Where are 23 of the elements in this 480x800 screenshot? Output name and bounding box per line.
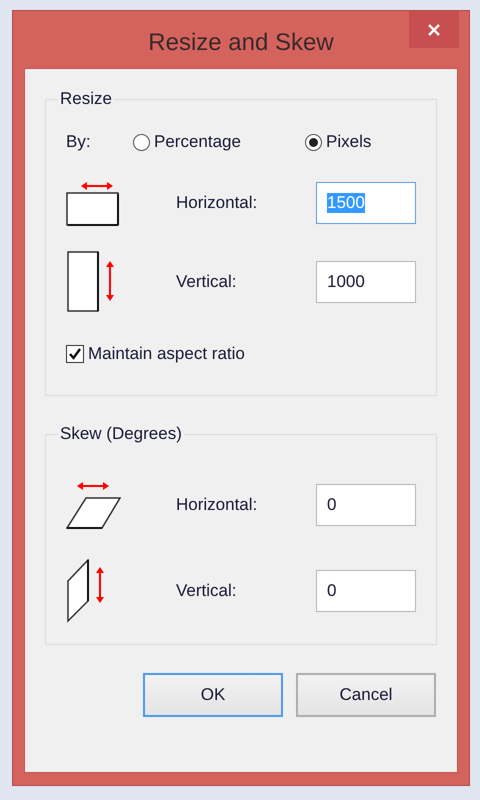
close-button[interactable] [409, 11, 459, 48]
close-icon[interactable] [427, 22, 441, 36]
horizontal-resize-icon [66, 180, 120, 226]
window-title: Resize and Skew [148, 29, 334, 57]
input-field[interactable]: 0 [316, 484, 416, 526]
field-label: Vertical: [176, 272, 238, 292]
radio-label[interactable]: Pixels [326, 132, 372, 152]
checkbox-label[interactable]: Maintain aspect ratio [88, 344, 245, 364]
horizontal-skew-icon [66, 480, 122, 530]
dialog-button[interactable]: Cancel [296, 673, 436, 717]
group-title: Skew (Degrees) [59, 424, 183, 444]
field-label: Horizontal: [176, 495, 258, 515]
input-field[interactable]: 1000 [316, 261, 416, 303]
radio-label[interactable]: Percentage [154, 132, 241, 152]
radio-button[interactable] [133, 134, 150, 150]
field-label: Horizontal: [176, 193, 258, 213]
checkbox[interactable] [66, 345, 84, 363]
dialog-button[interactable]: OK [143, 673, 283, 717]
field-label: Vertical: [176, 581, 238, 601]
by-label: By: [66, 132, 92, 152]
radio-button[interactable] [305, 134, 322, 150]
group-title: Resize [59, 89, 113, 109]
input-field[interactable]: 0 [316, 570, 416, 612]
